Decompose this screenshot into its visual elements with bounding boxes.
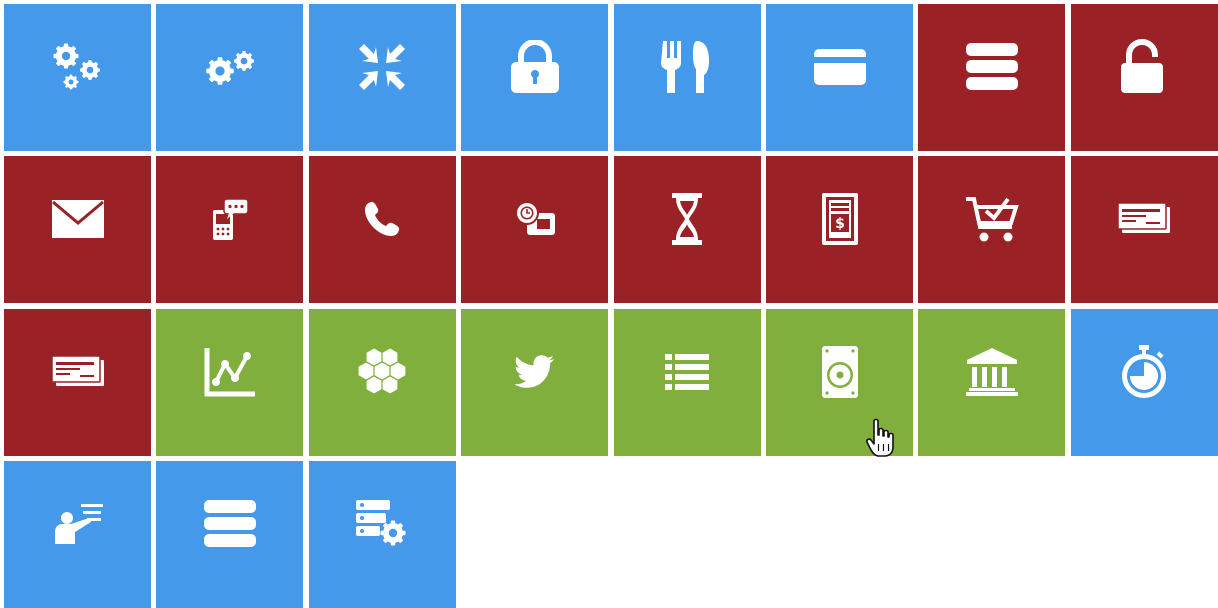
- fork-knife-icon: [614, 34, 761, 100]
- hard-drive-icon: [766, 339, 913, 405]
- stacked-bars-icon: [918, 34, 1065, 100]
- server-gear-icon: [309, 491, 456, 557]
- line-chart-icon: [156, 339, 303, 405]
- tile-label: Statement: [653, 427, 721, 444]
- tile-label: Credit Cards: [798, 123, 881, 139]
- tile-label: Social: [514, 427, 556, 444]
- tile-registration[interactable]: Registration: [918, 156, 1066, 304]
- tile-label: Valid Values: [342, 579, 423, 596]
- compress-arrows-icon: [309, 34, 456, 100]
- twitter-bird-icon: [461, 339, 608, 405]
- credit-card-icon: [766, 34, 913, 100]
- tile-label: General Config: [28, 123, 127, 139]
- phone-icon: [309, 186, 456, 252]
- tile-label: API: [370, 123, 394, 139]
- tile-label: Incident Fields: [181, 579, 279, 596]
- tile-extended[interactable]: Extended: [156, 4, 304, 151]
- tile-label: Email: [59, 275, 96, 292]
- settings-tile-grid: General Config Extended API Authorization…: [0, 0, 1218, 608]
- tile-report[interactable]: Report: [156, 308, 304, 456]
- tile-credit-cards[interactable]: Credit Cards: [766, 4, 913, 151]
- tile-reporting-groups[interactable]: Reporting Groups: [308, 308, 456, 456]
- tile-label: Notification: [496, 275, 573, 292]
- tile-label: Authorization: [490, 123, 580, 139]
- unlock-icon: [1071, 34, 1218, 100]
- tile-gl-builder[interactable]: $ GL Builder: [766, 156, 913, 304]
- tile-label: FTE: [674, 275, 701, 292]
- envelope-icon: [4, 186, 151, 252]
- tile-tax[interactable]: Tax: [918, 308, 1066, 456]
- stopwatch-icon: [1071, 339, 1218, 405]
- tile-api[interactable]: API: [308, 4, 456, 151]
- tile-social[interactable]: Social: [461, 308, 609, 456]
- cart-check-icon: [918, 186, 1065, 252]
- tile-training[interactable]: Training: [4, 460, 151, 608]
- tile-label: CACFP: [663, 123, 711, 139]
- lock-icon: [461, 34, 608, 100]
- tile-statement[interactable]: Statement: [613, 308, 761, 456]
- tile-label: GL Builder: [804, 275, 875, 292]
- gears-icon: [4, 34, 151, 100]
- check-payment-icon: [1071, 186, 1218, 252]
- tile-authorization[interactable]: Authorization: [461, 4, 609, 151]
- tile-label: Extended: [198, 123, 261, 139]
- list-icon: [614, 339, 761, 405]
- tile-label: Data Fields: [955, 123, 1029, 139]
- tile-label: Time Clock: [1107, 427, 1182, 444]
- tile-payments[interactable]: Payments: [1070, 156, 1218, 304]
- tile-email[interactable]: Email: [4, 156, 151, 304]
- extended-gears-icon: [156, 34, 303, 100]
- tile-label: Door Controller: [1093, 123, 1196, 139]
- tile-label: Registration: [951, 275, 1033, 292]
- bank-building-icon: [918, 339, 1065, 405]
- tile-label: Text Message: [185, 275, 275, 292]
- tile-label: Auto-Pay: [47, 427, 108, 444]
- hourglass-icon: [614, 186, 761, 252]
- tile-phone-ocn[interactable]: Phone (OCN): [308, 156, 456, 304]
- notification-clock-icon: [461, 186, 608, 252]
- svg-text:$: $: [835, 216, 845, 232]
- tile-label: Report: [207, 427, 253, 444]
- tile-fte[interactable]: FTE: [613, 156, 761, 304]
- check-payment-icon: [4, 339, 151, 405]
- tile-auto-pay[interactable]: Auto-Pay: [4, 308, 151, 456]
- tile-label: Phone (OCN): [339, 275, 426, 292]
- tile-label: Tax: [980, 427, 1004, 444]
- tile-label: Training: [50, 579, 105, 596]
- tile-door-controller[interactable]: Door Controller: [1070, 4, 1218, 151]
- tile-incident-fields[interactable]: Incident Fields: [156, 460, 304, 608]
- hexagons-icon: [309, 339, 456, 405]
- tile-label: Storage: [813, 427, 866, 444]
- tile-notification[interactable]: Notification: [461, 156, 609, 304]
- tile-cacfp[interactable]: CACFP: [613, 4, 761, 151]
- ledger-dollar-icon: $: [766, 186, 913, 252]
- presenter-icon: [4, 491, 151, 557]
- tile-text-message[interactable]: Text Message: [156, 156, 304, 304]
- tile-general-config[interactable]: General Config: [4, 4, 151, 151]
- tile-valid-values[interactable]: Valid Values: [308, 460, 456, 608]
- text-message-icon: [156, 186, 303, 252]
- tile-data-fields[interactable]: Data Fields: [918, 4, 1066, 151]
- stacked-bars-icon: [156, 491, 303, 557]
- tile-storage[interactable]: Storage: [766, 308, 913, 456]
- tile-label: Payments: [1111, 275, 1177, 292]
- tile-label: Reporting Groups: [323, 427, 442, 444]
- tile-time-clock[interactable]: Time Clock: [1070, 308, 1218, 456]
